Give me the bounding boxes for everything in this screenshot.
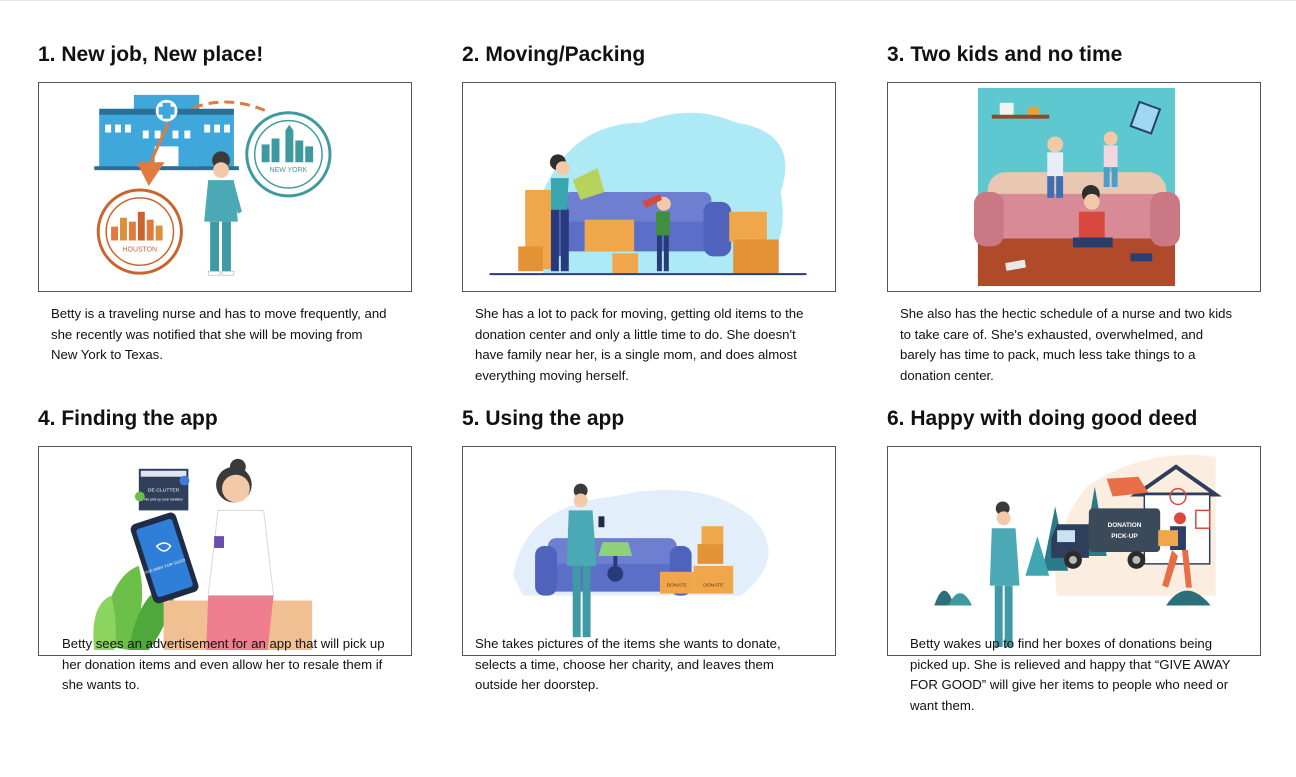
panel-title: 5. Using the app (462, 407, 625, 430)
story-panel-5: 5. Using the app DONATE DONATE She takes… (462, 406, 836, 692)
moving-packing-illustration (489, 112, 807, 276)
two-kids-illustration (973, 87, 1180, 287)
houston-label: HOUSTON (123, 246, 157, 253)
story-panel-3: 3. Two kids and no time She also has the… (887, 42, 1261, 383)
donate-box-label: DONATE (703, 583, 724, 589)
donate-box-label: DONATE (667, 583, 688, 589)
panel-caption: Betty wakes up to find her boxes of dona… (910, 636, 1231, 713)
ad-headline: DE-CLUTTER (148, 488, 180, 494)
story-panel-1: 1. New job, New place! NEW YORK HOUSTON … (38, 42, 412, 362)
panel-illustration-frame (887, 82, 1261, 292)
happy-good-deed-illustration: DONATION PICK-UP (934, 454, 1222, 648)
using-app-illustration: DONATE DONATE (513, 483, 769, 638)
story-panel-4: 4. Finding the app DE-CLUTTER We pick up… (38, 406, 412, 692)
panel-title: 6. Happy with doing good deed (887, 407, 1198, 430)
wall-shelf (991, 114, 1050, 119)
panel-illustration-frame: DONATE DONATE (462, 446, 836, 656)
arrow-down-icon (136, 162, 165, 187)
new-job-illustration: NEW YORK HOUSTON (94, 94, 332, 276)
new-york-stamp: NEW YORK (245, 111, 332, 198)
new-york-label: NEW YORK (270, 167, 308, 174)
truck-donation-label: DONATION (1108, 522, 1142, 529)
sofa-icon (973, 172, 1180, 247)
ad-subtext: We pick up your donation (144, 497, 183, 501)
houston-stamp: HOUSTON (96, 188, 183, 275)
panel-illustration-frame: DONATION PICK-UP (887, 446, 1261, 656)
story-panel-6: 6. Happy with doing good deed DONATION P… (887, 406, 1261, 713)
panel-caption: She has a lot to pack for moving, gettin… (475, 306, 804, 383)
panel-illustration-frame: DE-CLUTTER We pick up your donation GIVE… (38, 446, 412, 656)
finding-app-illustration: DE-CLUTTER We pick up your donation GIVE… (93, 458, 313, 651)
story-panel-2: 2. Moving/Packing She has a lot to pack … (462, 42, 836, 383)
phone-icon (598, 516, 605, 528)
carried-box (1158, 530, 1178, 547)
sofa-icon (541, 191, 732, 257)
panel-title: 1. New job, New place! (38, 43, 264, 66)
panel-illustration-frame (462, 82, 836, 292)
truck-pickup-label: PICK-UP (1111, 533, 1138, 540)
woman-figure (206, 458, 275, 651)
top-divider (0, 0, 1296, 1)
ad-banner: DE-CLUTTER We pick up your donation (134, 468, 190, 511)
panel-title: 2. Moving/Packing (462, 43, 646, 66)
panel-title: 3. Two kids and no time (887, 43, 1123, 66)
panel-title: 4. Finding the app (38, 407, 218, 430)
panel-caption: She takes pictures of the items she want… (475, 636, 781, 692)
panel-caption: She also has the hectic schedule of a nu… (900, 306, 1233, 383)
panel-caption: Betty is a traveling nurse and has to mo… (51, 306, 387, 362)
nurse-figure (989, 501, 1020, 648)
panel-illustration-frame: NEW YORK HOUSTON (38, 82, 412, 292)
mug-icon (214, 536, 225, 549)
panel-caption: Betty sees an advertisement for an app t… (62, 636, 385, 692)
